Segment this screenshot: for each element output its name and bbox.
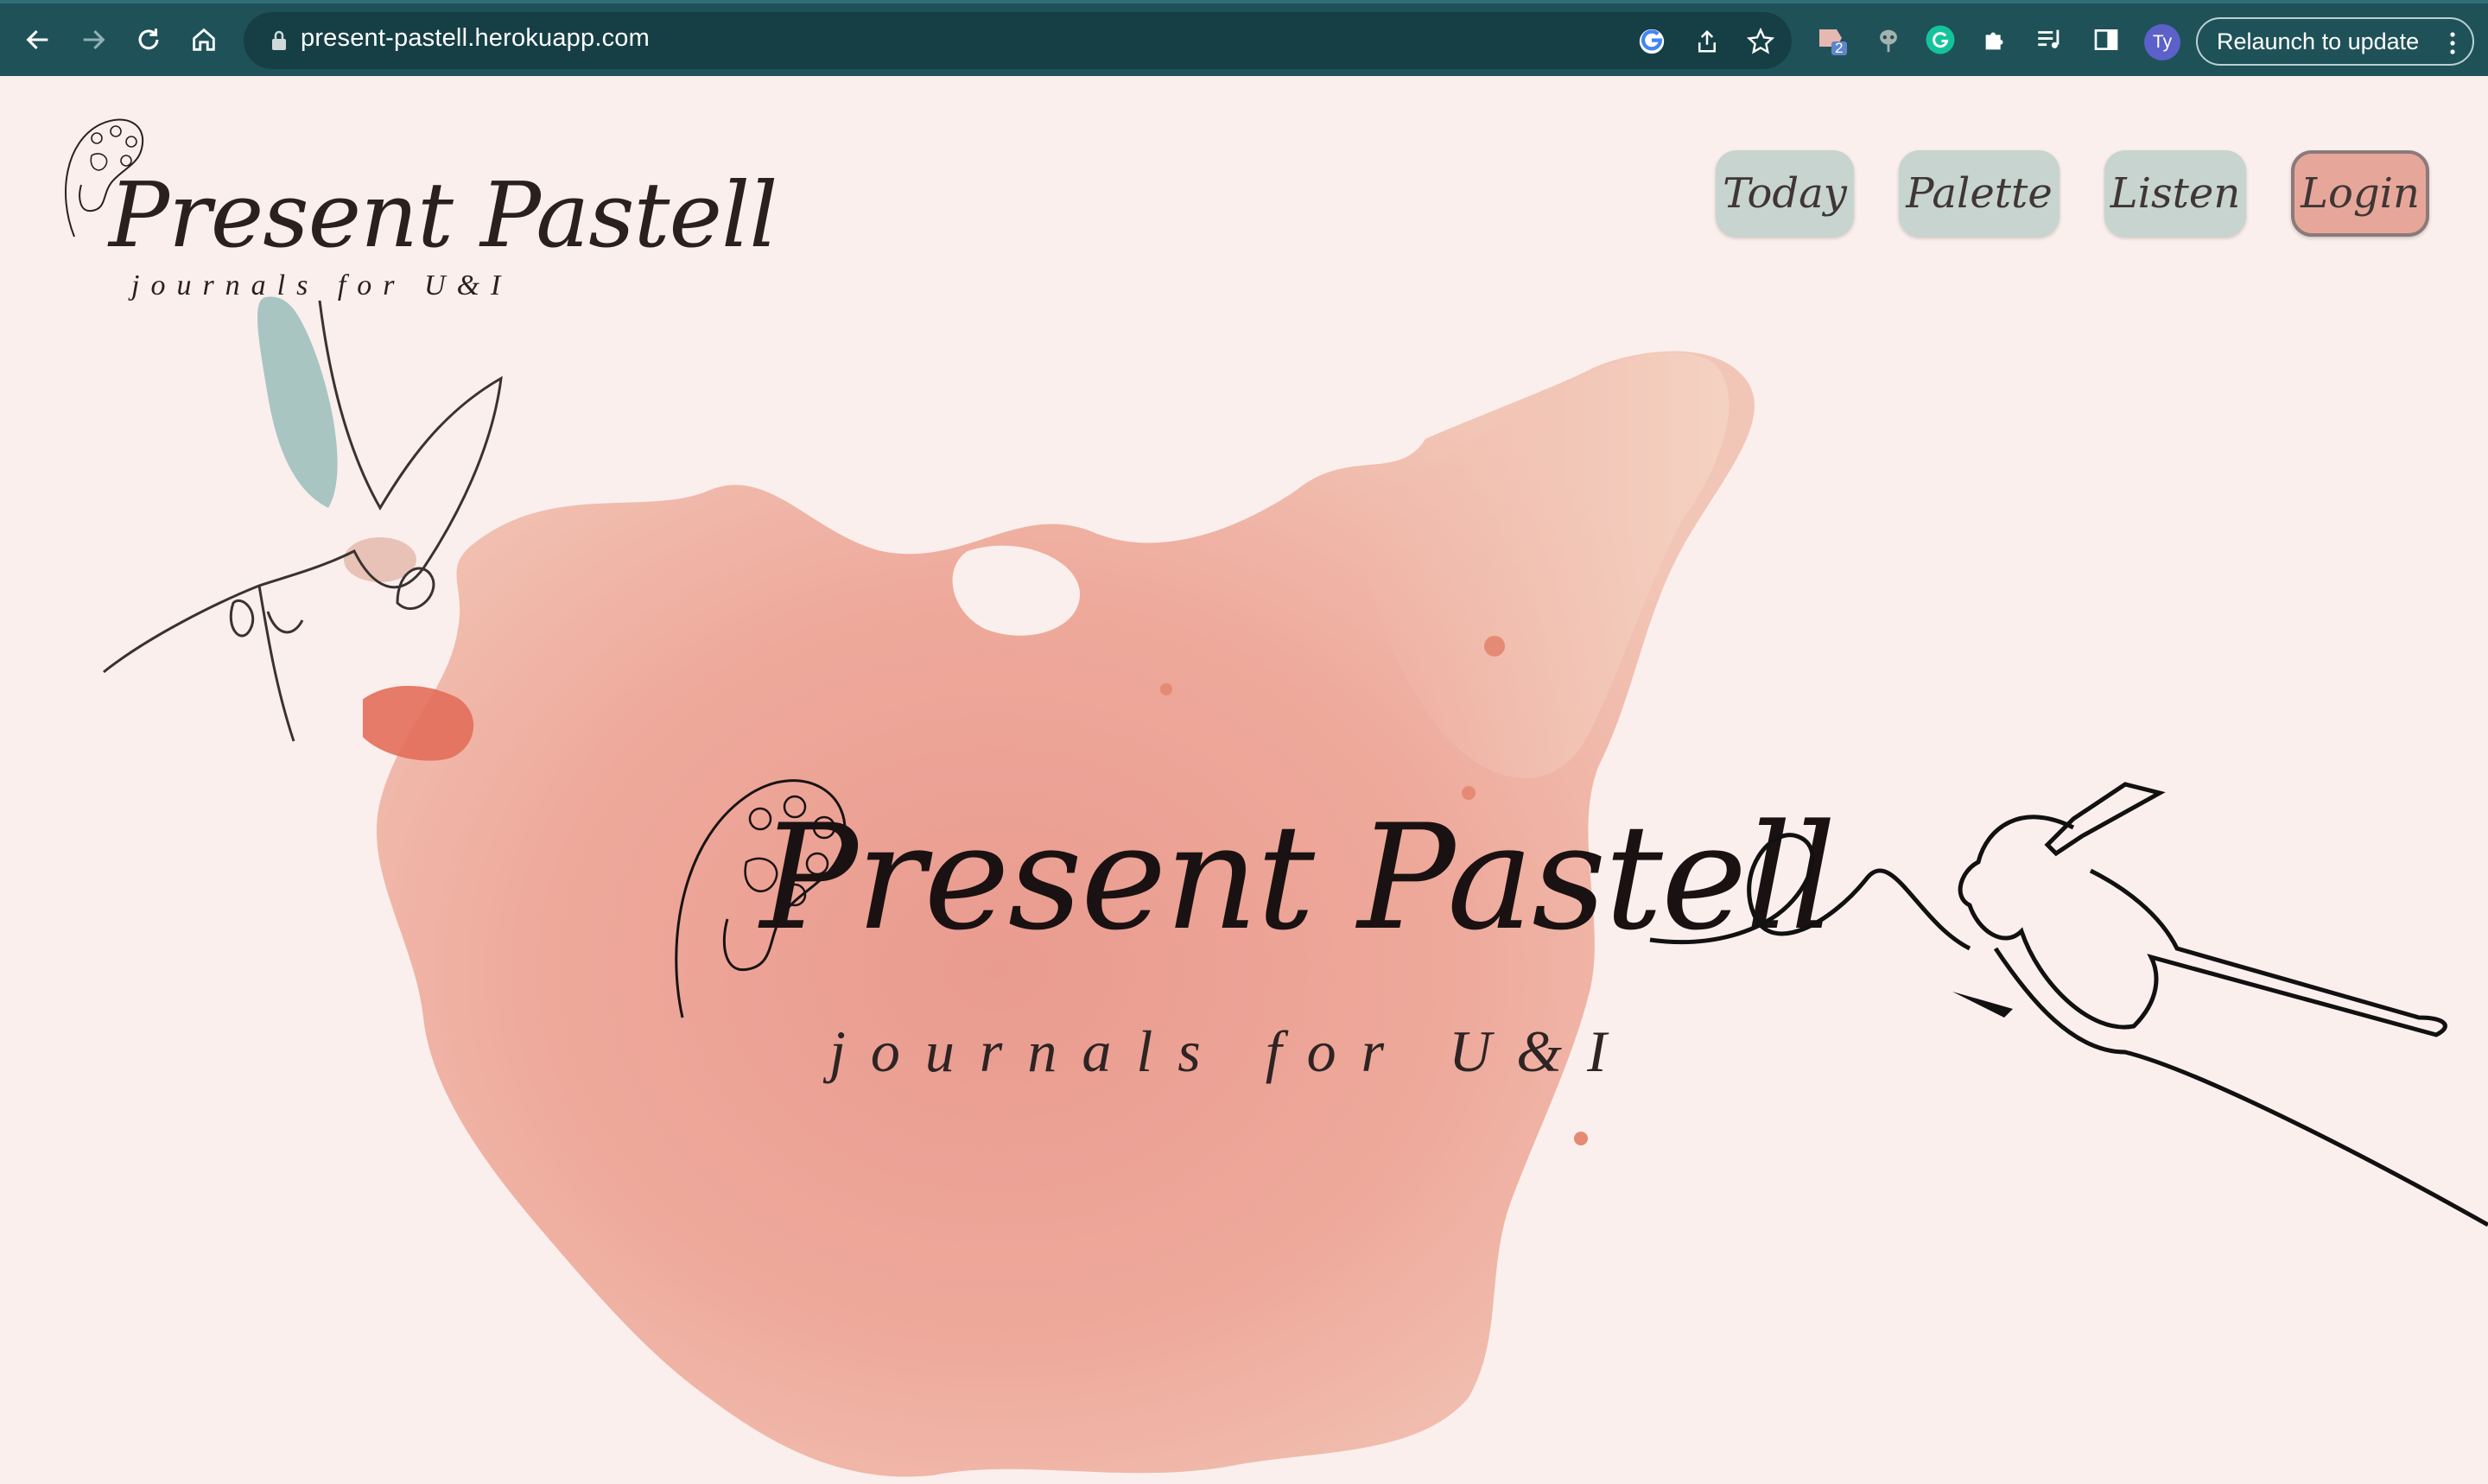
lock-icon[interactable] (270, 29, 289, 52)
back-arrow-icon (26, 29, 48, 50)
extension-badge: 2 (1835, 40, 1844, 56)
more-menu-icon[interactable] (2448, 29, 2457, 57)
bookmark-star-icon[interactable] (1745, 26, 1776, 57)
extension-translate-icon[interactable]: 2 (1814, 21, 1852, 59)
forward-button[interactable] (69, 16, 117, 64)
media-controls-icon[interactable] (2030, 21, 2068, 59)
nav-palette[interactable]: Palette (1899, 150, 2060, 237)
browser-toolbar: present-pastell.herokuapp.com 2 Ty Relau… (0, 0, 2488, 76)
profile-avatar[interactable]: Ty (2144, 24, 2180, 60)
reload-icon (138, 29, 159, 50)
forward-arrow-icon (83, 29, 105, 50)
hand-pen-illustration (1649, 782, 2488, 1227)
share-icon[interactable] (1691, 26, 1723, 57)
extension-alien-icon[interactable] (1869, 21, 1907, 59)
extensions-puzzle-icon[interactable] (1977, 21, 2015, 59)
nav-today[interactable]: Today (1716, 150, 1854, 237)
page-content: Present Pastell journals for U&I Today P… (0, 76, 2488, 1484)
hero-tagline: journals for U&I (829, 1018, 1632, 1084)
home-icon (193, 28, 215, 51)
relaunch-label: Relaunch to update (2217, 28, 2420, 54)
google-icon[interactable] (1636, 26, 1667, 57)
relaunch-button[interactable]: Relaunch to update (2196, 17, 2474, 66)
home-button[interactable] (180, 16, 228, 64)
hummingbird-illustration (103, 296, 503, 742)
side-panel-icon[interactable] (2087, 21, 2125, 59)
back-button[interactable] (14, 16, 62, 64)
logo-title: Present Pastell (109, 162, 778, 268)
url-text[interactable]: present-pastell.herokuapp.com (301, 24, 650, 53)
reload-button[interactable] (124, 16, 173, 64)
address-bar[interactable]: present-pastell.herokuapp.com (244, 12, 1792, 69)
grammarly-icon[interactable] (1921, 21, 1959, 59)
nav-listen[interactable]: Listen (2104, 150, 2246, 237)
login-button[interactable]: Login (2291, 150, 2429, 237)
